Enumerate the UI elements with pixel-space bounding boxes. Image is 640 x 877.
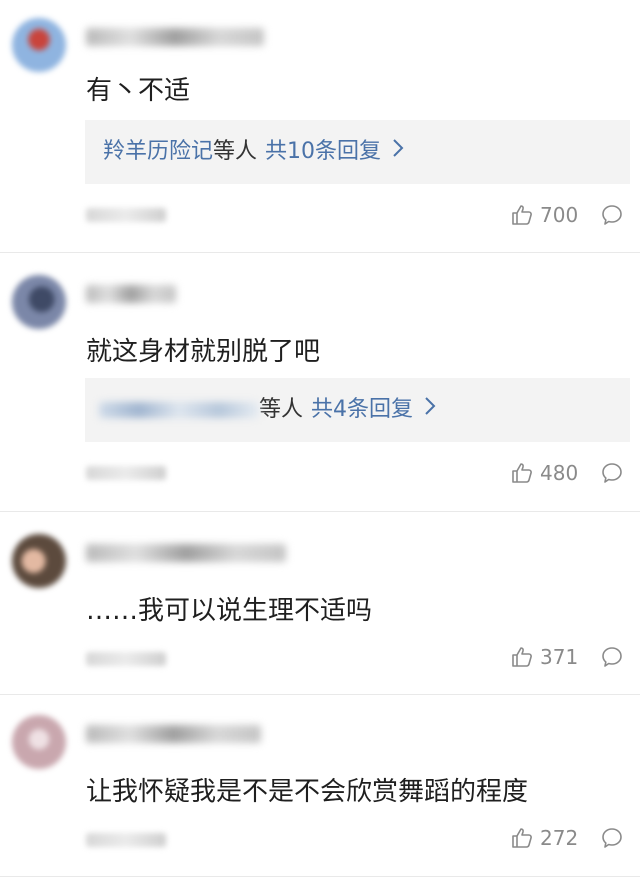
comment-text: 让我怀疑我是不是不会欣赏舞蹈的程度 [86,777,529,807]
comment-item: ……我可以说生理不适吗 371 [0,512,640,695]
reply-summary[interactable]: 羚羊历险记等人 共10条回复 [85,120,630,184]
timestamp-blurred [86,833,166,847]
timestamp-blurred [86,652,166,666]
comment-item: 有丶不适 羚羊历险记等人 共10条回复 700 [0,0,640,253]
timestamp-blurred [86,208,166,222]
timestamp-blurred [86,466,166,480]
username-blurred[interactable] [86,285,176,303]
avatar[interactable] [12,275,66,329]
username-blurred[interactable] [86,28,264,46]
reply-summary[interactable]: 等人 共4条回复 [85,378,630,442]
comment-item: 就这身材就别脱了吧 等人 共4条回复 480 [0,253,640,512]
username-blurred[interactable] [86,725,261,743]
avatar[interactable] [12,715,66,769]
thumbs-up-icon [510,826,534,850]
reply-etc-label: 等人 [213,139,258,164]
avatar[interactable] [12,18,66,72]
like-count: 371 [540,645,579,669]
thumbs-up-icon [510,461,534,485]
like-button[interactable]: 480 [510,460,578,486]
thumbs-up-icon [510,203,534,227]
reply-count-link[interactable]: 共10条回复 [265,139,381,164]
comment-text: 有丶不适 [86,76,191,106]
avatar[interactable] [12,534,66,588]
comment-item: 让我怀疑我是不是不会欣赏舞蹈的程度 272 [0,695,640,877]
comment-text: ……我可以说生理不适吗 [86,596,373,626]
like-button[interactable]: 371 [510,644,578,670]
like-count: 700 [540,203,579,227]
chevron-right-icon [392,120,404,184]
like-button[interactable]: 700 [510,202,578,228]
reply-etc-label: 等人 [259,397,304,422]
reply-count-link[interactable]: 共4条回复 [311,397,413,422]
speech-bubble-icon[interactable] [600,826,624,850]
username-blurred[interactable] [86,544,286,562]
comment-text: 就这身材就别脱了吧 [86,337,321,367]
thumbs-up-icon [510,645,534,669]
like-count: 272 [540,826,579,850]
like-button[interactable]: 272 [510,825,578,851]
speech-bubble-icon[interactable] [600,203,624,227]
reply-user-names[interactable]: 羚羊历险记 [103,139,213,164]
chevron-right-icon [424,378,436,442]
speech-bubble-icon[interactable] [600,645,624,669]
like-count: 480 [540,461,579,485]
speech-bubble-icon[interactable] [600,461,624,485]
reply-user-names-blurred[interactable] [99,402,259,418]
